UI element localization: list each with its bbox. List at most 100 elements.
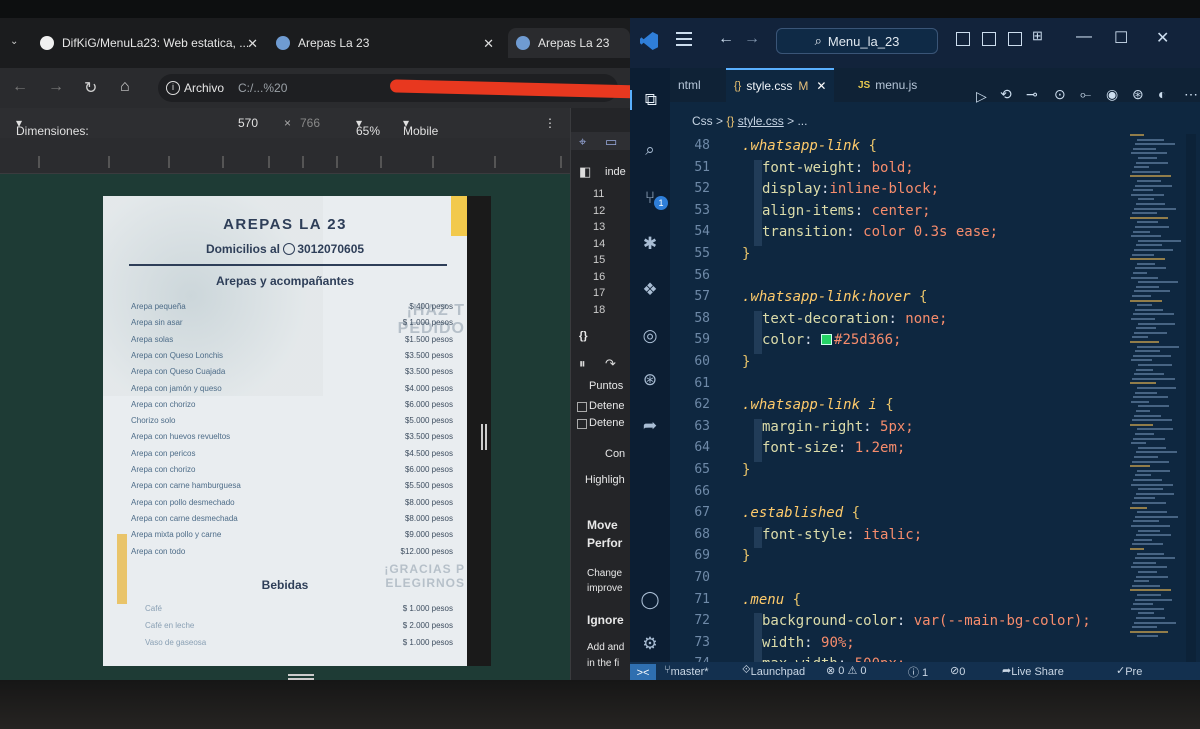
back-icon[interactable]: ← — [718, 30, 734, 48]
live-share-icon[interactable]: ➦ — [640, 416, 660, 436]
live-share-button[interactable]: ➦ Live Share — [1002, 664, 1064, 678]
code-line[interactable]: .established { — [742, 505, 860, 521]
code-line[interactable]: } — [742, 548, 750, 564]
code-line[interactable]: .whatsapp-link i { — [742, 397, 894, 413]
inspect-icon[interactable]: ⌖ — [579, 134, 586, 150]
forward-icon[interactable]: → — [48, 78, 64, 96]
pause-checkbox[interactable] — [577, 402, 587, 412]
breadcrumb-symbol[interactable]: ... — [797, 114, 807, 128]
reload-icon[interactable]: ↻ — [84, 78, 97, 98]
code-line[interactable]: } — [742, 462, 750, 478]
pause-checkbox[interactable] — [577, 419, 587, 429]
launchpad-button[interactable]: ⟐ Launchpad — [742, 664, 805, 678]
menu-icon[interactable] — [676, 32, 692, 46]
editor-scrollbar[interactable] — [1186, 134, 1196, 662]
code-line[interactable]: font-weight: bold; — [762, 160, 914, 176]
code-line[interactable]: text-decoration: none; — [762, 311, 947, 327]
tab-html[interactable]: ntml — [670, 68, 709, 102]
height-input[interactable]: 766 — [300, 116, 320, 130]
code-line[interactable]: .menu { — [742, 592, 801, 608]
code-line[interactable]: .whatsapp-link:hover { — [742, 289, 927, 305]
code-line[interactable]: margin-right: 5px; — [762, 419, 914, 435]
dimensions-dropdown[interactable]: Dimensiones: Respuesta inmediata ▾ — [16, 116, 89, 166]
breadcrumb-file[interactable]: style.css — [738, 114, 784, 128]
tab-arepas-2[interactable]: Arepas La 23 — [508, 28, 630, 58]
toggle-secondary-sidebar-icon[interactable] — [1008, 32, 1022, 46]
zoom-dropdown[interactable]: 65% ▾ — [356, 116, 380, 138]
toggle-panel-icon[interactable] — [982, 32, 996, 46]
ports-indicator[interactable]: ⊘ 0 — [950, 664, 965, 678]
code-line[interactable]: width: 90%; — [762, 635, 855, 651]
close-tab-icon[interactable]: ✕ — [247, 36, 258, 52]
code-editor[interactable]: 48 .whatsapp-link {51 font-weight: bold; 52… — [670, 134, 1130, 680]
git-next-icon[interactable]: ⟜ — [1080, 86, 1091, 103]
code-line[interactable]: } — [742, 354, 750, 370]
tab-arepas-1[interactable]: Arepas La 23 ✕ — [276, 28, 500, 58]
minimap[interactable] — [1130, 134, 1186, 662]
settings-gear-icon[interactable]: ⚙ — [640, 634, 660, 654]
git-branch[interactable]: ⑂ master* — [664, 664, 709, 678]
source-file-tab[interactable]: inde — [605, 166, 626, 178]
width-input[interactable]: 570 — [238, 116, 276, 130]
code-line[interactable]: } — [742, 246, 750, 262]
step-icon[interactable]: ↷ — [605, 356, 616, 372]
tab-style-css[interactable]: {} style.css M ✕ — [726, 68, 835, 102]
forward-icon[interactable]: → — [744, 30, 760, 48]
git-change-icon[interactable]: ⊙ — [1054, 86, 1066, 103]
git-graph-icon[interactable]: ⊛ — [640, 370, 660, 390]
prettier-indicator[interactable]: ✓ Pre — [1116, 664, 1142, 678]
search-icon[interactable]: ⌕ — [640, 140, 660, 160]
code-line[interactable]: .whatsapp-link { — [742, 138, 877, 154]
account-icon[interactable]: ◯ — [640, 590, 660, 610]
debug-icon[interactable]: ✱ — [640, 234, 660, 254]
toggle-sidebar-icon[interactable] — [956, 32, 970, 46]
code-line[interactable]: color: #25d366; — [762, 332, 901, 348]
remote-explorer-icon[interactable]: ◎ — [640, 326, 660, 346]
home-icon[interactable]: ⌂ — [120, 78, 130, 96]
pretty-print-button[interactable]: {} — [579, 330, 588, 342]
code-line[interactable]: align-items: center; — [762, 203, 931, 219]
breakpoints-header[interactable]: Puntos — [589, 380, 623, 392]
extensions-icon[interactable]: ❖ — [640, 280, 660, 300]
timeline-icon[interactable]: ◉ — [1106, 86, 1118, 103]
address-bar[interactable]: i Archivo C:/...%20 — [158, 74, 775, 102]
code-line[interactable]: transition: color 0.3s ease; — [762, 224, 998, 240]
info-icon[interactable]: i — [166, 81, 180, 95]
close-icon[interactable]: ✕ — [1156, 28, 1169, 48]
console-tab[interactable]: Con — [605, 448, 625, 460]
git-graph-icon[interactable]: ⊛ — [1132, 86, 1144, 103]
info-indicator[interactable]: ⓘ 1 — [908, 664, 928, 680]
back-icon[interactable]: ← — [12, 78, 28, 96]
code-line[interactable]: background-color: var(--main-bg-color); — [762, 613, 1091, 629]
sidebar-toggle-icon[interactable]: ◧ — [579, 164, 591, 180]
tab-github[interactable]: DifKiG/MenuLa23: Web estatica, ... ✕ — [40, 28, 264, 58]
menu-page[interactable]: AREPAS LA 23 Domicilios al 3012070605 Ar… — [103, 196, 491, 666]
command-center[interactable]: ⌕ Menu_la_23 — [776, 28, 938, 54]
problems-indicator[interactable]: ⊗ 0 ⚠ 0 — [826, 664, 866, 677]
code-line[interactable]: font-size: 1.2em; — [762, 440, 905, 456]
pause-icon[interactable]: ⏸ — [579, 356, 586, 372]
tab-search-icon[interactable]: ⌄ — [10, 36, 18, 47]
mode-dropdown[interactable]: Mobile ▾ — [403, 116, 438, 138]
close-tab-icon[interactable]: ✕ — [816, 79, 826, 93]
viewport-width-handle[interactable] — [481, 424, 487, 450]
split-editor-icon[interactable]: ◐ — [1158, 86, 1166, 102]
maximize-icon[interactable]: ☐ — [1114, 28, 1128, 48]
git-prev-icon[interactable]: ⊸ — [1026, 86, 1038, 103]
code-line[interactable]: display:inline-block; — [762, 181, 939, 197]
device-toggle-icon[interactable]: ▭ — [605, 134, 617, 150]
remote-indicator[interactable]: >< — [630, 664, 656, 680]
breadcrumb-folder[interactable]: Css — [692, 114, 713, 128]
whatsapp-link[interactable]: 3012070605 — [297, 242, 364, 256]
more-actions-icon[interactable]: ⋯ — [1184, 86, 1198, 103]
more-options-icon[interactable]: ⋮ — [544, 116, 556, 130]
code-line[interactable]: font-style: italic; — [762, 527, 922, 543]
compare-icon[interactable]: ⟲ — [1000, 86, 1012, 103]
layout-icon[interactable]: ⊞ — [1032, 28, 1043, 44]
tab-menu-js[interactable]: JS menu.js — [850, 68, 925, 102]
color-swatch[interactable] — [821, 334, 833, 346]
run-icon[interactable]: ▷ — [976, 88, 987, 105]
minimize-icon[interactable]: — — [1076, 28, 1092, 46]
explorer-icon[interactable]: ⧉ — [630, 90, 670, 110]
close-tab-icon[interactable]: ✕ — [483, 36, 494, 52]
